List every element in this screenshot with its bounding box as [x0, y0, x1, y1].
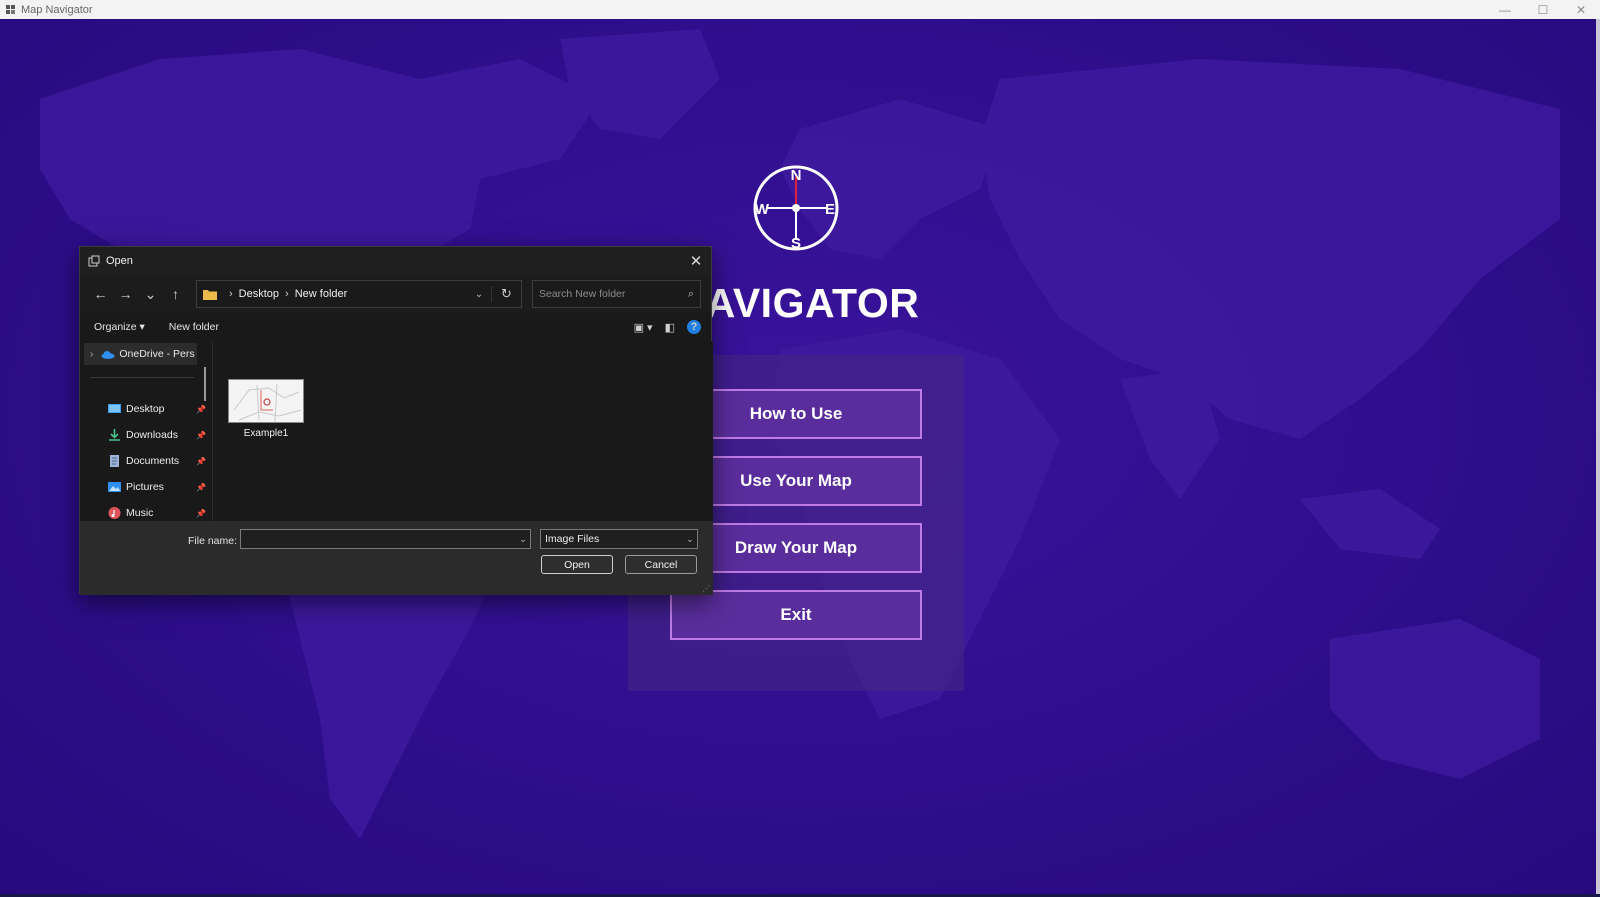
organize-menu[interactable]: Organize ▾	[94, 321, 145, 333]
file-name-label: Example1	[243, 428, 289, 439]
nav-scrollbar[interactable]	[204, 367, 206, 401]
pin-icon: 📌	[196, 430, 206, 440]
chevron-down-icon[interactable]: ⌄	[516, 534, 530, 545]
search-box[interactable]: ⌕	[532, 280, 701, 308]
command-bar: Organize ▾ New folder ▣ ▾ ◧ ?	[80, 313, 711, 341]
pin-icon: 📌	[196, 482, 206, 492]
pictures-icon	[108, 481, 121, 493]
file-item-example1[interactable]: Example1	[228, 379, 304, 445]
window-right-edge	[1596, 19, 1600, 897]
pin-icon: 📌	[196, 456, 206, 466]
file-name-label: File name:	[188, 535, 238, 547]
app-icon	[6, 4, 16, 15]
file-thumbnail	[228, 379, 304, 423]
refresh-icon[interactable]: ↻	[491, 286, 521, 302]
open-button[interactable]: Open	[541, 555, 613, 574]
file-name-combo[interactable]: ⌄	[240, 529, 531, 549]
address-bar[interactable]: › Desktop › New folder ⌄ ↻	[196, 280, 522, 308]
download-icon	[108, 429, 121, 441]
window-title: Map Navigator	[21, 3, 93, 16]
dialog-body: › OneDrive - Pers Desktop 📌 Downloads 📌	[80, 341, 713, 521]
dialog-app-icon	[88, 255, 100, 267]
new-folder-button[interactable]: New folder	[169, 321, 219, 333]
nav-item-desktop[interactable]: Desktop 📌	[108, 399, 206, 419]
preview-pane-icon[interactable]: ◧	[665, 321, 675, 334]
documents-icon	[108, 455, 121, 467]
pin-icon: 📌	[196, 404, 206, 414]
nav-item-downloads[interactable]: Downloads 📌	[108, 425, 206, 445]
nav-item-pictures[interactable]: Pictures 📌	[108, 477, 206, 497]
breadcrumb-desktop[interactable]: Desktop	[239, 288, 279, 300]
breadcrumb-separator: ›	[285, 288, 289, 300]
nav-label-downloads: Downloads	[126, 429, 178, 441]
nav-label-onedrive: OneDrive - Pers	[119, 348, 195, 360]
nav-item-onedrive[interactable]: › OneDrive - Pers	[84, 343, 197, 365]
file-type-select[interactable]: Image Files ⌄	[540, 529, 698, 549]
compass-s: S	[791, 235, 801, 252]
dialog-title: Open	[106, 255, 133, 267]
desktop-icon	[108, 403, 121, 415]
file-name-input[interactable]	[241, 533, 516, 545]
nav-label-pictures: Pictures	[126, 481, 164, 493]
window-titlebar: Map Navigator — ☐ ✕	[0, 0, 1600, 19]
pane-splitter[interactable]	[212, 341, 213, 521]
recent-locations-chevron-icon[interactable]: ⌄	[138, 286, 163, 303]
compass-e: E	[825, 201, 835, 218]
nav-item-music[interactable]: Music 📌	[108, 503, 206, 523]
expand-chevron-icon[interactable]: ›	[90, 349, 93, 360]
pin-icon: 📌	[196, 508, 206, 518]
navigation-pane: › OneDrive - Pers Desktop 📌 Downloads 📌	[80, 341, 212, 521]
music-icon	[108, 507, 121, 519]
dialog-footer: File name: ⌄ Image Files ⌄ Open Cancel ⋰	[80, 521, 713, 595]
exit-button[interactable]: Exit	[670, 590, 922, 640]
compass-icon: N S E W	[752, 164, 840, 252]
dialog-close-icon[interactable]: ✕	[681, 252, 711, 270]
address-dropdown-icon[interactable]: ⌄	[467, 289, 491, 300]
search-input[interactable]	[539, 288, 688, 300]
chevron-down-icon[interactable]: ⌄	[683, 534, 697, 545]
nav-label-documents: Documents	[126, 455, 180, 467]
open-file-dialog: Open ✕ ← → ⌄ ↑ › Desktop › New folder ⌄ …	[79, 246, 713, 595]
breadcrumb-separator: ›	[229, 288, 233, 300]
breadcrumb-new-folder[interactable]: New folder	[295, 288, 348, 300]
maximize-button[interactable]: ☐	[1524, 0, 1562, 19]
onedrive-cloud-icon	[101, 350, 115, 359]
up-arrow-icon[interactable]: ↑	[163, 286, 188, 302]
folder-icon	[203, 289, 217, 300]
minimize-button[interactable]: —	[1486, 0, 1524, 19]
nav-label-desktop: Desktop	[126, 403, 165, 415]
view-options-icon[interactable]: ▣ ▾	[634, 321, 653, 334]
close-window-button[interactable]: ✕	[1562, 0, 1600, 19]
search-icon: ⌕	[687, 287, 694, 300]
view-controls: ▣ ▾ ◧ ?	[622, 320, 711, 334]
help-icon[interactable]: ?	[687, 320, 701, 334]
nav-divider	[90, 377, 194, 378]
nav-label-music: Music	[126, 507, 154, 519]
compass-n: N	[791, 167, 802, 184]
window-controls: — ☐ ✕	[1486, 0, 1600, 19]
forward-arrow-icon[interactable]: →	[113, 286, 138, 302]
app-title-text: NAVIGATOR	[675, 280, 920, 326]
back-arrow-icon[interactable]: ←	[88, 286, 113, 302]
dialog-titlebar: Open ✕	[80, 247, 711, 275]
compass-w: W	[755, 201, 770, 218]
file-type-value: Image Files	[545, 533, 600, 545]
nav-item-documents[interactable]: Documents 📌	[108, 451, 206, 471]
cancel-button[interactable]: Cancel	[625, 555, 697, 574]
dialog-navbar: ← → ⌄ ↑ › Desktop › New folder ⌄ ↻ ⌕	[80, 275, 711, 313]
resize-grip-icon[interactable]: ⋰	[702, 584, 710, 593]
